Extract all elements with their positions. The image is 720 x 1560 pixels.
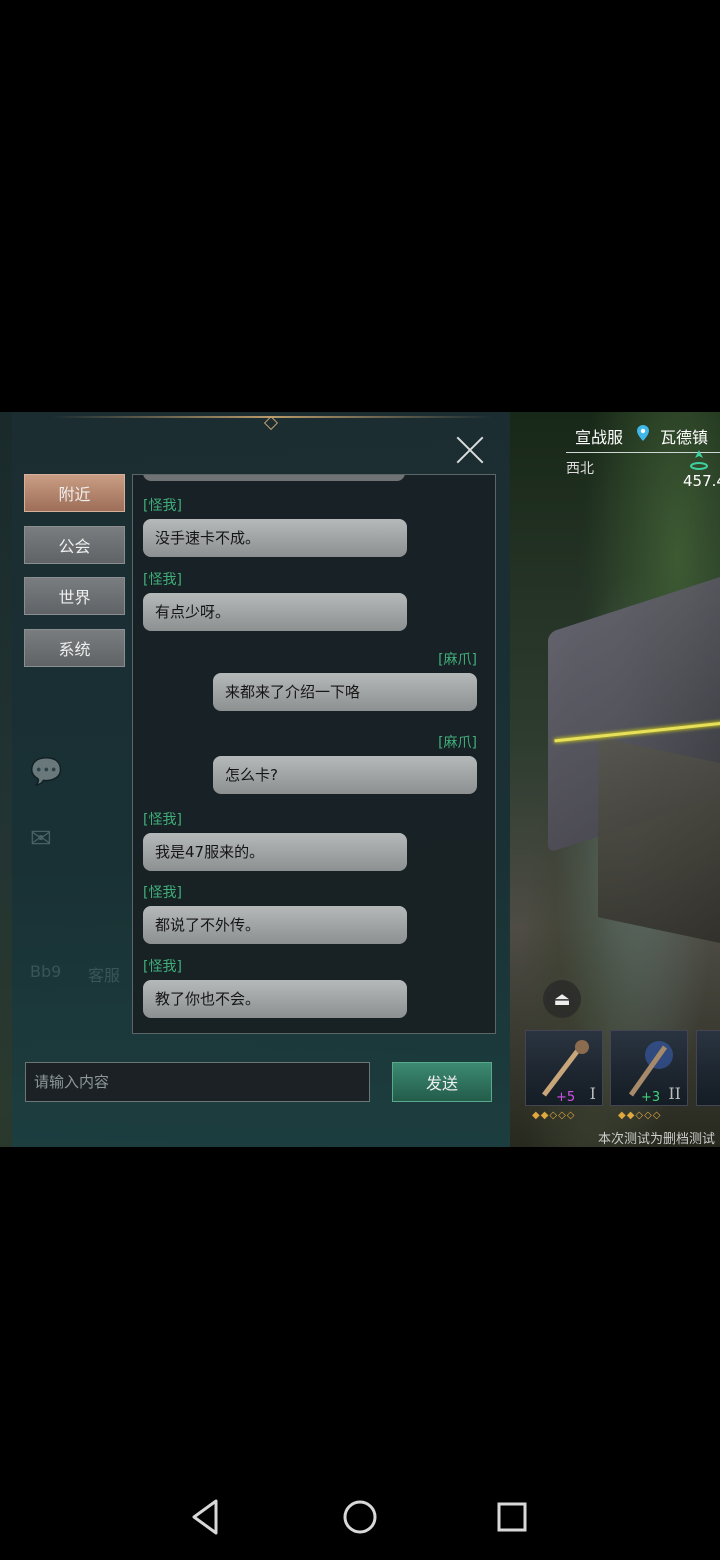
enhance-level: +5 [556, 1090, 576, 1105]
message-bubble: 有点少呀。 [143, 593, 407, 631]
message-bubble: 来都来了介绍一下咯 [213, 673, 477, 711]
tab-system[interactable]: 系统 [24, 629, 125, 667]
equipment-slot-3[interactable] [696, 1030, 720, 1106]
message-bubble: 都说了不外传。 [143, 906, 407, 944]
eject-icon[interactable]: ⏏ [543, 980, 581, 1018]
compass-direction: 西北 [566, 461, 594, 477]
message-bubble: 我是47服来的。 [143, 833, 407, 871]
chat-message: [麻爪] 怎么卡? [213, 732, 477, 794]
back-icon[interactable] [186, 1495, 226, 1539]
ground-terrain [598, 737, 720, 947]
equipment-slot-2[interactable]: +3 II [610, 1030, 688, 1106]
chat-bubble-icon: 💬 [30, 757, 63, 787]
chat-message: [怪我] 我是47服来的。 [143, 809, 407, 871]
recents-icon[interactable] [492, 1495, 532, 1539]
sender-name: [怪我] [143, 812, 182, 828]
slot-rank: II [668, 1084, 681, 1103]
chat-message: [怪我] 没手速卡不成。 [143, 495, 407, 557]
chat-message-list[interactable]: [怪我] 没手速卡不成。 [怪我] 有点少呀。 [麻爪] 来都来了介绍一下咯 [… [132, 474, 496, 1034]
chat-panel: 💬 ✉ Bb9 客服 附近 公会 世界 系统 [怪我] 没手速卡不成。 [怪我]… [12, 412, 510, 1147]
tab-nearby[interactable]: 附近 [24, 474, 125, 512]
sender-name: [麻爪] [438, 652, 477, 668]
panel-ornament [263, 415, 279, 431]
location-pin-icon [637, 425, 649, 441]
message-bubble: 怎么卡? [213, 756, 477, 794]
mail-icon: ✉ [30, 824, 52, 854]
previous-message-bubble [143, 475, 405, 481]
sender-name: [怪我] [143, 572, 182, 588]
enhance-level: +3 [641, 1090, 661, 1105]
gem-rating: ◆◆◇◇◇ [618, 1110, 662, 1121]
sender-name: [怪我] [143, 885, 182, 901]
location-name: 瓦德镇 [660, 428, 709, 447]
message-bubble: 教了你也不会。 [143, 980, 407, 1018]
sender-name: [麻爪] [438, 735, 477, 751]
tab-guild[interactable]: 公会 [24, 526, 125, 564]
background-text: Bb9 [30, 962, 62, 981]
sender-name: [怪我] [143, 959, 182, 975]
quest-marker-icon [690, 450, 708, 470]
target-distance: 457.4 [683, 472, 720, 490]
chat-input[interactable]: 请输入内容 [25, 1062, 370, 1102]
send-button[interactable]: 发送 [392, 1062, 492, 1102]
game-screen: 宣战服 瓦德镇 西北 457.4 ⏏ +5 I ◆◆◇◇◇ +3 II ◆◆◇◇… [0, 412, 720, 1147]
slot-rank: I [589, 1084, 596, 1103]
equipment-slot-1[interactable]: +5 I [525, 1030, 603, 1106]
chat-message: [怪我] 都说了不外传。 [143, 882, 407, 944]
chat-message: [怪我] 教了你也不会。 [143, 956, 407, 1018]
chat-message: [怪我] 有点少呀。 [143, 569, 407, 631]
server-name: 宣战服 [575, 428, 624, 447]
message-bubble: 没手速卡不成。 [143, 519, 407, 557]
tab-world[interactable]: 世界 [24, 577, 125, 615]
chat-message: [麻爪] 来都来了介绍一下咯 [213, 649, 477, 711]
sender-name: [怪我] [143, 498, 182, 514]
test-notice: 本次测试为删档测试 [598, 1132, 716, 1147]
gem-rating: ◆◆◇◇◇ [532, 1110, 576, 1121]
background-text: 客服 [88, 966, 121, 985]
close-icon[interactable] [452, 432, 488, 468]
home-icon[interactable] [340, 1495, 380, 1539]
